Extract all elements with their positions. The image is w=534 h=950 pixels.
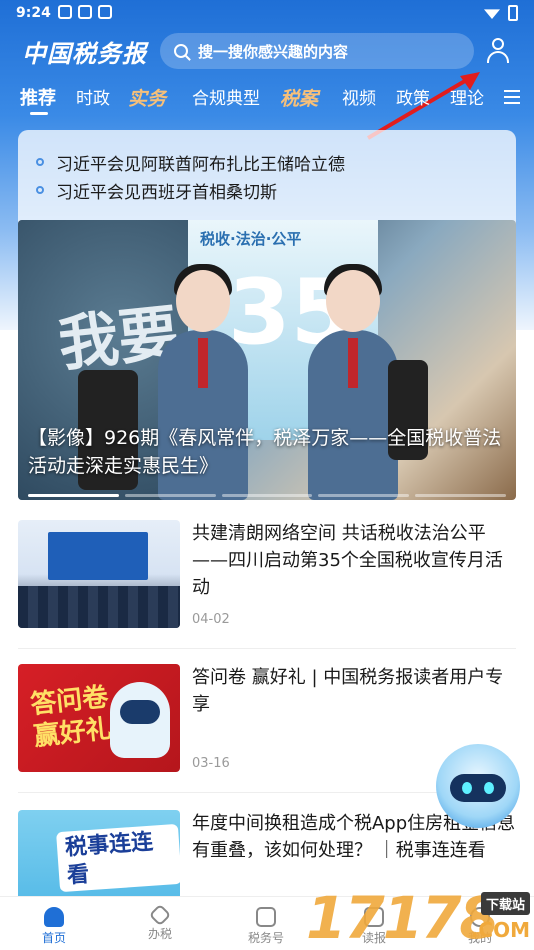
nav-read-paper[interactable]: 读报 xyxy=(334,901,414,946)
article-title: 答问卷 赢好礼 | 中国税务报读者用户专享 xyxy=(192,667,504,715)
nav-label: 税务号 xyxy=(247,931,284,945)
search-bar[interactable]: 搜一搜你感兴趣的内容 xyxy=(160,33,474,69)
ticker-text: 习近平会见阿联酋阿布扎比王储哈立德 xyxy=(56,154,345,175)
article-item[interactable]: 答问卷赢好礼 答问卷 赢好礼 | 中国税务报读者用户专享 03-16 xyxy=(18,664,516,774)
diamond-icon xyxy=(148,903,172,927)
article-date: 04-02 xyxy=(192,612,230,627)
profile-icon xyxy=(470,907,490,927)
bullet-icon xyxy=(36,186,44,194)
article-item[interactable]: 共建清朗网络空间 共话税收法治公平——四川启动第35个全国税收宣传月活动 04-… xyxy=(18,520,516,630)
system-status xyxy=(484,5,518,21)
nav-tax-account[interactable]: 税务号 xyxy=(226,901,306,946)
app-logo: 中国税务报 xyxy=(22,39,147,68)
tab-theory[interactable]: 理论 xyxy=(450,84,484,109)
assistant-robot-button[interactable] xyxy=(436,744,520,828)
search-placeholder: 搜一搜你感兴趣的内容 xyxy=(198,42,349,61)
nav-label: 办税 xyxy=(147,927,172,941)
menu-icon[interactable] xyxy=(504,90,520,104)
ticker-text: 习近平会见西班牙首相桑切斯 xyxy=(56,182,277,203)
star-badge-icon xyxy=(256,907,276,927)
nav-home[interactable]: 首页 xyxy=(14,901,94,946)
tab-video[interactable]: 视频 xyxy=(342,84,376,109)
active-tab-indicator xyxy=(30,112,48,115)
search-icon xyxy=(174,44,188,58)
ticker-item[interactable]: 习近平会见西班牙首相桑切斯 xyxy=(18,176,516,204)
category-tabs: 推荐 时政 实务 合规典型 税案 视频 政策 理论 xyxy=(0,84,534,118)
nav-label: 我的 xyxy=(467,931,492,945)
article-thumbnail xyxy=(18,520,180,628)
battery-icon xyxy=(508,5,518,21)
wifi-icon xyxy=(484,9,500,19)
tab-policy[interactable]: 政策 xyxy=(396,84,430,109)
notification-icons xyxy=(58,5,112,19)
article-date: 03-16 xyxy=(192,756,230,771)
ticker-item[interactable]: 习近平会见阿联酋阿布扎比王储哈立德 xyxy=(18,148,516,176)
bottom-navigation: 首页 办税 税务号 读报 我的 xyxy=(0,896,534,950)
nav-label: 读报 xyxy=(361,931,386,945)
article-thumbnail: 答问卷赢好礼 xyxy=(18,664,180,772)
status-time: 9:24 xyxy=(16,5,51,21)
home-icon xyxy=(44,907,64,927)
tab-politics[interactable]: 时政 xyxy=(76,84,110,109)
thumbnail-text: 税事连连看 xyxy=(56,823,180,893)
bullet-icon xyxy=(36,158,44,166)
article-thumbnail: 税事连连看 xyxy=(18,810,180,896)
news-ticker: 习近平会见阿联酋阿布扎比王储哈立德 习近平会见西班牙首相桑切斯 xyxy=(18,148,516,204)
nav-tax-service[interactable]: 办税 xyxy=(120,901,200,942)
book-icon xyxy=(364,907,384,927)
status-bar: 9:24 xyxy=(0,0,534,26)
article-item[interactable]: 税事连连看 年度中间换租造成个税App住房租金信息有重叠，该如何处理？ ｜税事连… xyxy=(18,810,516,896)
user-profile-icon[interactable] xyxy=(486,38,510,64)
tab-practice[interactable]: 实务 xyxy=(128,84,166,111)
notification-icon xyxy=(78,5,92,19)
notification-icon xyxy=(98,5,112,19)
notification-icon xyxy=(58,5,72,19)
tab-recommend[interactable]: 推荐 xyxy=(20,84,56,110)
tab-compliance[interactable]: 合规典型 xyxy=(192,84,260,109)
hero-caption[interactable]: 【影像】926期《春风常伴，税泽万家——全国税收普法活动走深走实惠民生》 xyxy=(18,424,516,480)
hero-banner-text: 税收·法治·公平 xyxy=(200,230,302,248)
nav-label: 首页 xyxy=(41,931,66,945)
carousel-indicator xyxy=(28,494,506,497)
divider xyxy=(18,648,516,649)
tab-tax-cases[interactable]: 税案 xyxy=(280,84,318,111)
article-title: 共建清朗网络空间 共话税收法治公平——四川启动第35个全国税收宣传月活动 xyxy=(192,523,503,598)
nav-mine[interactable]: 我的 xyxy=(440,901,520,946)
